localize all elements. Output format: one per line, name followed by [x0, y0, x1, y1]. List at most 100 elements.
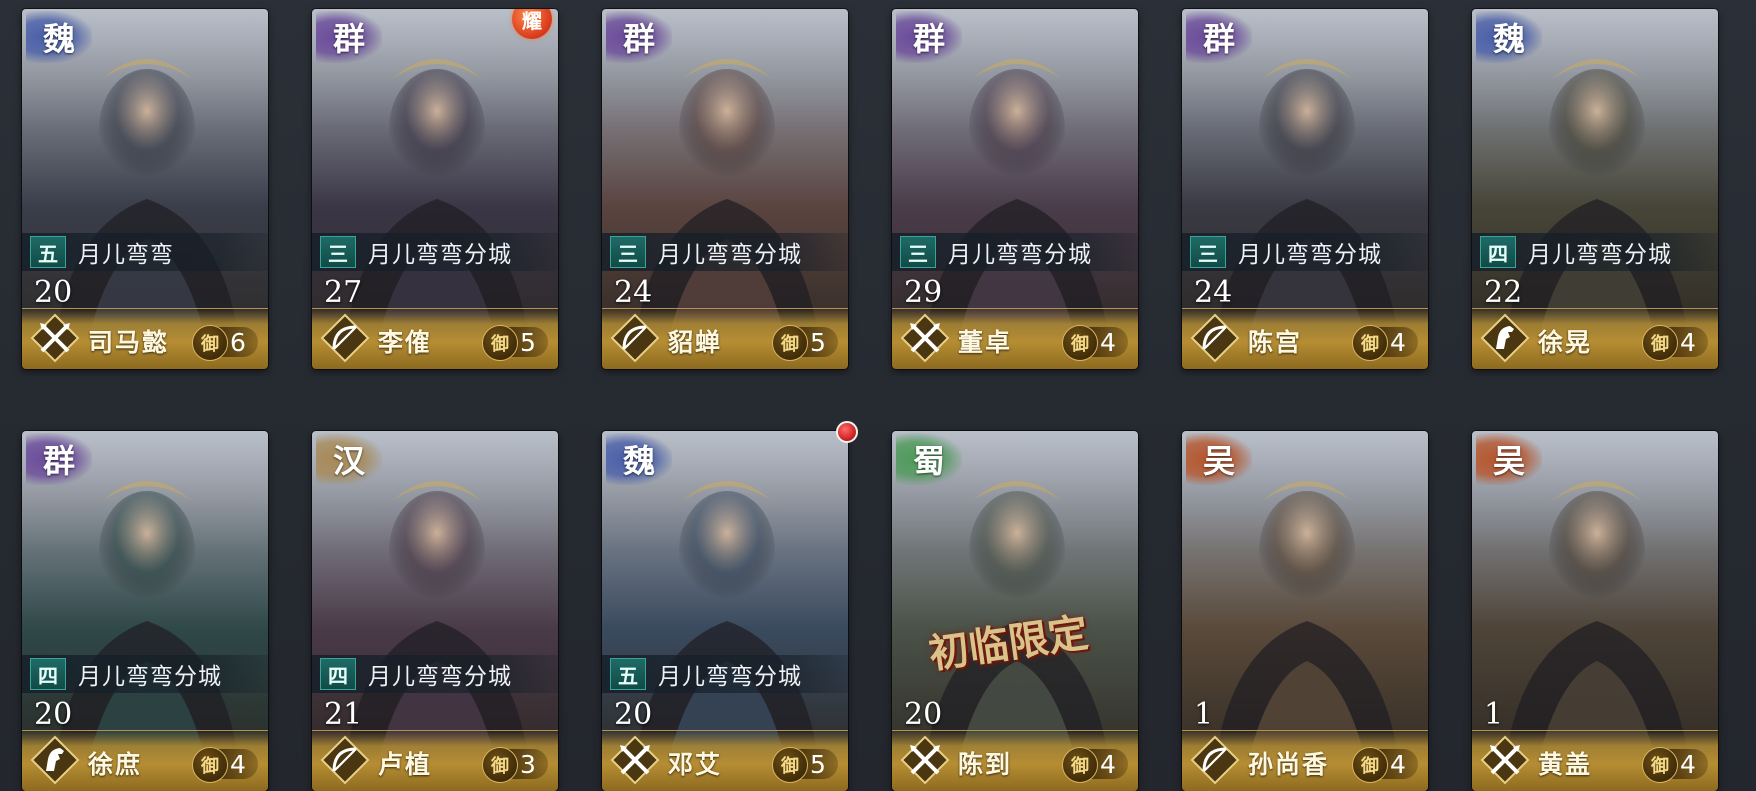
garrison-info: 四 月儿弯弯分城 — [1472, 233, 1718, 271]
general-card-grid: 魏 五 月儿弯弯 20 司马懿 6 御 群 耀 三 月儿弯弯分城 27 李傕 5… — [0, 0, 1756, 791]
defense-icon: 御 — [482, 747, 518, 783]
faction-label: 魏 — [622, 442, 655, 480]
general-name: 貂蝉 — [668, 328, 723, 357]
defense-cost: 4 御 — [1062, 747, 1132, 783]
defense-cost: 4 御 — [1352, 325, 1422, 361]
faction-emblem: 魏 — [606, 433, 672, 485]
faction-label: 群 — [332, 20, 365, 58]
general-card[interactable]: 蜀 初临限定 20 陈到 4 御 — [892, 431, 1138, 791]
faction-emblem: 群 — [1186, 11, 1252, 63]
general-info-bar: 貂蝉 5 御 — [602, 308, 848, 369]
rank-badge: 三 — [1190, 236, 1226, 268]
general-card[interactable]: 群 三 月儿弯弯分城 29 董卓 4 御 — [892, 9, 1138, 369]
rank-badge: 四 — [30, 658, 66, 690]
faction-label: 群 — [1202, 20, 1235, 58]
general-info-bar: 徐晃 4 御 — [1472, 308, 1718, 369]
rank-badge: 三 — [900, 236, 936, 268]
faction-label: 群 — [912, 20, 945, 58]
faction-emblem: 蜀 — [896, 433, 962, 485]
defense-icon: 御 — [772, 325, 808, 361]
crossed-spears-icon — [30, 313, 80, 363]
rank-badge: 五 — [610, 658, 646, 690]
general-level: 20 — [34, 697, 73, 732]
crossed-spears-icon — [900, 735, 950, 785]
defense-icon: 御 — [192, 325, 228, 361]
bow-icon — [320, 313, 370, 363]
general-card[interactable]: 群 四 月儿弯弯分城 20 徐庶 4 御 — [22, 431, 268, 791]
general-name: 李傕 — [378, 328, 433, 357]
general-info-bar: 司马懿 6 御 — [22, 308, 268, 369]
garrison-info: 三 月儿弯弯分城 — [892, 233, 1138, 271]
general-name: 陈到 — [958, 750, 1013, 779]
general-info-bar: 陈宫 4 御 — [1182, 308, 1428, 369]
horse-icon — [30, 735, 80, 785]
faction-emblem: 群 — [606, 11, 672, 63]
general-level: 24 — [614, 275, 653, 310]
general-card[interactable]: 魏 五 月儿弯弯分城 20 邓艾 5 御 — [602, 431, 848, 791]
garrison-info: 三 月儿弯弯分城 — [312, 233, 558, 271]
faction-emblem: 汉 — [316, 433, 382, 485]
general-info-bar: 陈到 4 御 — [892, 730, 1138, 791]
defense-cost: 5 御 — [482, 325, 552, 361]
bow-icon — [610, 313, 660, 363]
faction-emblem: 群 — [26, 433, 92, 485]
owner-city-name: 月儿弯弯分城 — [78, 664, 222, 690]
garrison-info: 四 月儿弯弯分城 — [312, 655, 558, 693]
garrison-info: 三 月儿弯弯分城 — [602, 233, 848, 271]
crossed-spears-icon — [1480, 735, 1530, 785]
defense-icon: 御 — [1062, 325, 1098, 361]
faction-emblem: 吴 — [1186, 433, 1252, 485]
general-name: 黄盖 — [1538, 750, 1593, 779]
garrison-info: 四 月儿弯弯分城 — [22, 655, 268, 693]
rank-badge: 四 — [320, 658, 356, 690]
general-level: 22 — [1484, 275, 1523, 310]
general-level: 20 — [614, 697, 653, 732]
general-card[interactable]: 吴 1 黄盖 4 御 — [1472, 431, 1718, 791]
garrison-info: 三 月儿弯弯分城 — [1182, 233, 1428, 271]
crossed-spears-icon — [900, 313, 950, 363]
faction-label: 吴 — [1492, 442, 1525, 480]
general-name: 邓艾 — [668, 750, 723, 779]
crossed-spears-icon — [610, 735, 660, 785]
horse-icon — [1480, 313, 1530, 363]
bow-icon — [320, 735, 370, 785]
defense-cost: 5 御 — [772, 747, 842, 783]
faction-label: 魏 — [42, 20, 75, 58]
defense-cost: 5 御 — [772, 325, 842, 361]
faction-label: 群 — [42, 442, 75, 480]
general-card[interactable]: 群 耀 三 月儿弯弯分城 27 李傕 5 御 — [312, 9, 558, 369]
general-level: 21 — [324, 697, 363, 732]
faction-emblem: 群 — [316, 11, 382, 63]
defense-icon: 御 — [1352, 325, 1388, 361]
general-info-bar: 邓艾 5 御 — [602, 730, 848, 791]
general-info-bar: 黄盖 4 御 — [1472, 730, 1718, 791]
defense-cost: 6 御 — [192, 325, 262, 361]
general-info-bar: 孙尚香 4 御 — [1182, 730, 1428, 791]
general-card[interactable]: 魏 四 月儿弯弯分城 22 徐晃 4 御 — [1472, 9, 1718, 369]
defense-cost: 4 御 — [1352, 747, 1422, 783]
general-level: 24 — [1194, 275, 1233, 310]
defense-icon: 御 — [772, 747, 808, 783]
defense-icon: 御 — [1352, 747, 1388, 783]
general-card[interactable]: 魏 五 月儿弯弯 20 司马懿 6 御 — [22, 9, 268, 369]
general-level: 1 — [1484, 697, 1504, 732]
defense-cost: 3 御 — [482, 747, 552, 783]
general-level: 1 — [1194, 697, 1214, 732]
general-name: 司马懿 — [88, 328, 170, 357]
general-card[interactable]: 群 三 月儿弯弯分城 24 貂蝉 5 御 — [602, 9, 848, 369]
general-info-bar: 徐庶 4 御 — [22, 730, 268, 791]
defense-cost: 4 御 — [1062, 325, 1132, 361]
owner-city-name: 月儿弯弯分城 — [368, 664, 512, 690]
general-info-bar: 李傕 5 御 — [312, 308, 558, 369]
general-name: 陈宫 — [1248, 328, 1303, 357]
notification-dot-icon — [836, 421, 858, 443]
general-card[interactable]: 群 三 月儿弯弯分城 24 陈宫 4 御 — [1182, 9, 1428, 369]
bow-icon — [1190, 313, 1240, 363]
owner-city-name: 月儿弯弯分城 — [948, 242, 1092, 268]
general-card[interactable]: 吴 1 孙尚香 4 御 — [1182, 431, 1428, 791]
defense-icon: 御 — [482, 325, 518, 361]
rank-badge: 五 — [30, 236, 66, 268]
general-card[interactable]: 汉 四 月儿弯弯分城 21 卢植 3 御 — [312, 431, 558, 791]
general-level: 29 — [904, 275, 943, 310]
general-name: 徐晃 — [1538, 328, 1593, 357]
